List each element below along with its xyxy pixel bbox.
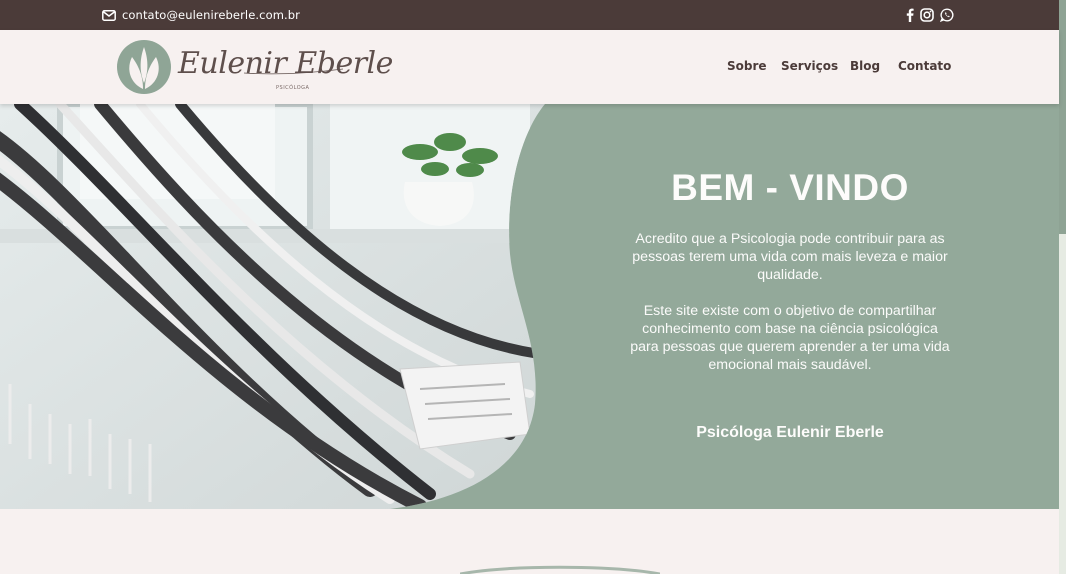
hero-paragraph-2: Este site existe com o objetivo de compa… bbox=[630, 303, 950, 373]
nav-item-blog[interactable]: Blog bbox=[850, 59, 880, 73]
social-links bbox=[906, 0, 954, 30]
nav-item-sobre[interactable]: Sobre bbox=[727, 59, 767, 73]
logo-subtitle: PSICÓLOGA bbox=[276, 85, 310, 91]
logo-flourish bbox=[244, 68, 344, 75]
nav-item-servicos[interactable]: Serviços bbox=[781, 59, 838, 73]
site-header: Eulenir Eberle PSICÓLOGA Sobre Serviços … bbox=[0, 30, 1059, 104]
nav-item-contato[interactable]: Contato bbox=[898, 59, 951, 73]
top-bar: contato@eulenireberle.com.br bbox=[0, 0, 1059, 30]
hero-section: BEM - VINDO Acredito que a Psicologia po… bbox=[0, 104, 1059, 509]
leaf-logo-icon bbox=[117, 40, 171, 94]
scrollbar-thumb[interactable] bbox=[1059, 234, 1066, 574]
whatsapp-icon[interactable] bbox=[940, 8, 954, 22]
email-link[interactable]: contato@eulenireberle.com.br bbox=[122, 8, 300, 22]
facebook-icon[interactable] bbox=[906, 8, 914, 22]
envelope-icon bbox=[102, 6, 116, 25]
instagram-icon[interactable] bbox=[920, 8, 934, 22]
section-decoration bbox=[460, 565, 660, 574]
hero-signature: Psicóloga Eulenir Eberle bbox=[696, 424, 884, 441]
hero-title: BEM - VINDO bbox=[671, 167, 909, 208]
scrollbar[interactable] bbox=[1059, 0, 1066, 574]
contact-email[interactable]: contato@eulenireberle.com.br bbox=[102, 0, 300, 30]
logo[interactable]: Eulenir Eberle PSICÓLOGA bbox=[116, 38, 393, 96]
hero-paragraph-1: Acredito que a Psicologia pode contribui… bbox=[632, 231, 948, 283]
